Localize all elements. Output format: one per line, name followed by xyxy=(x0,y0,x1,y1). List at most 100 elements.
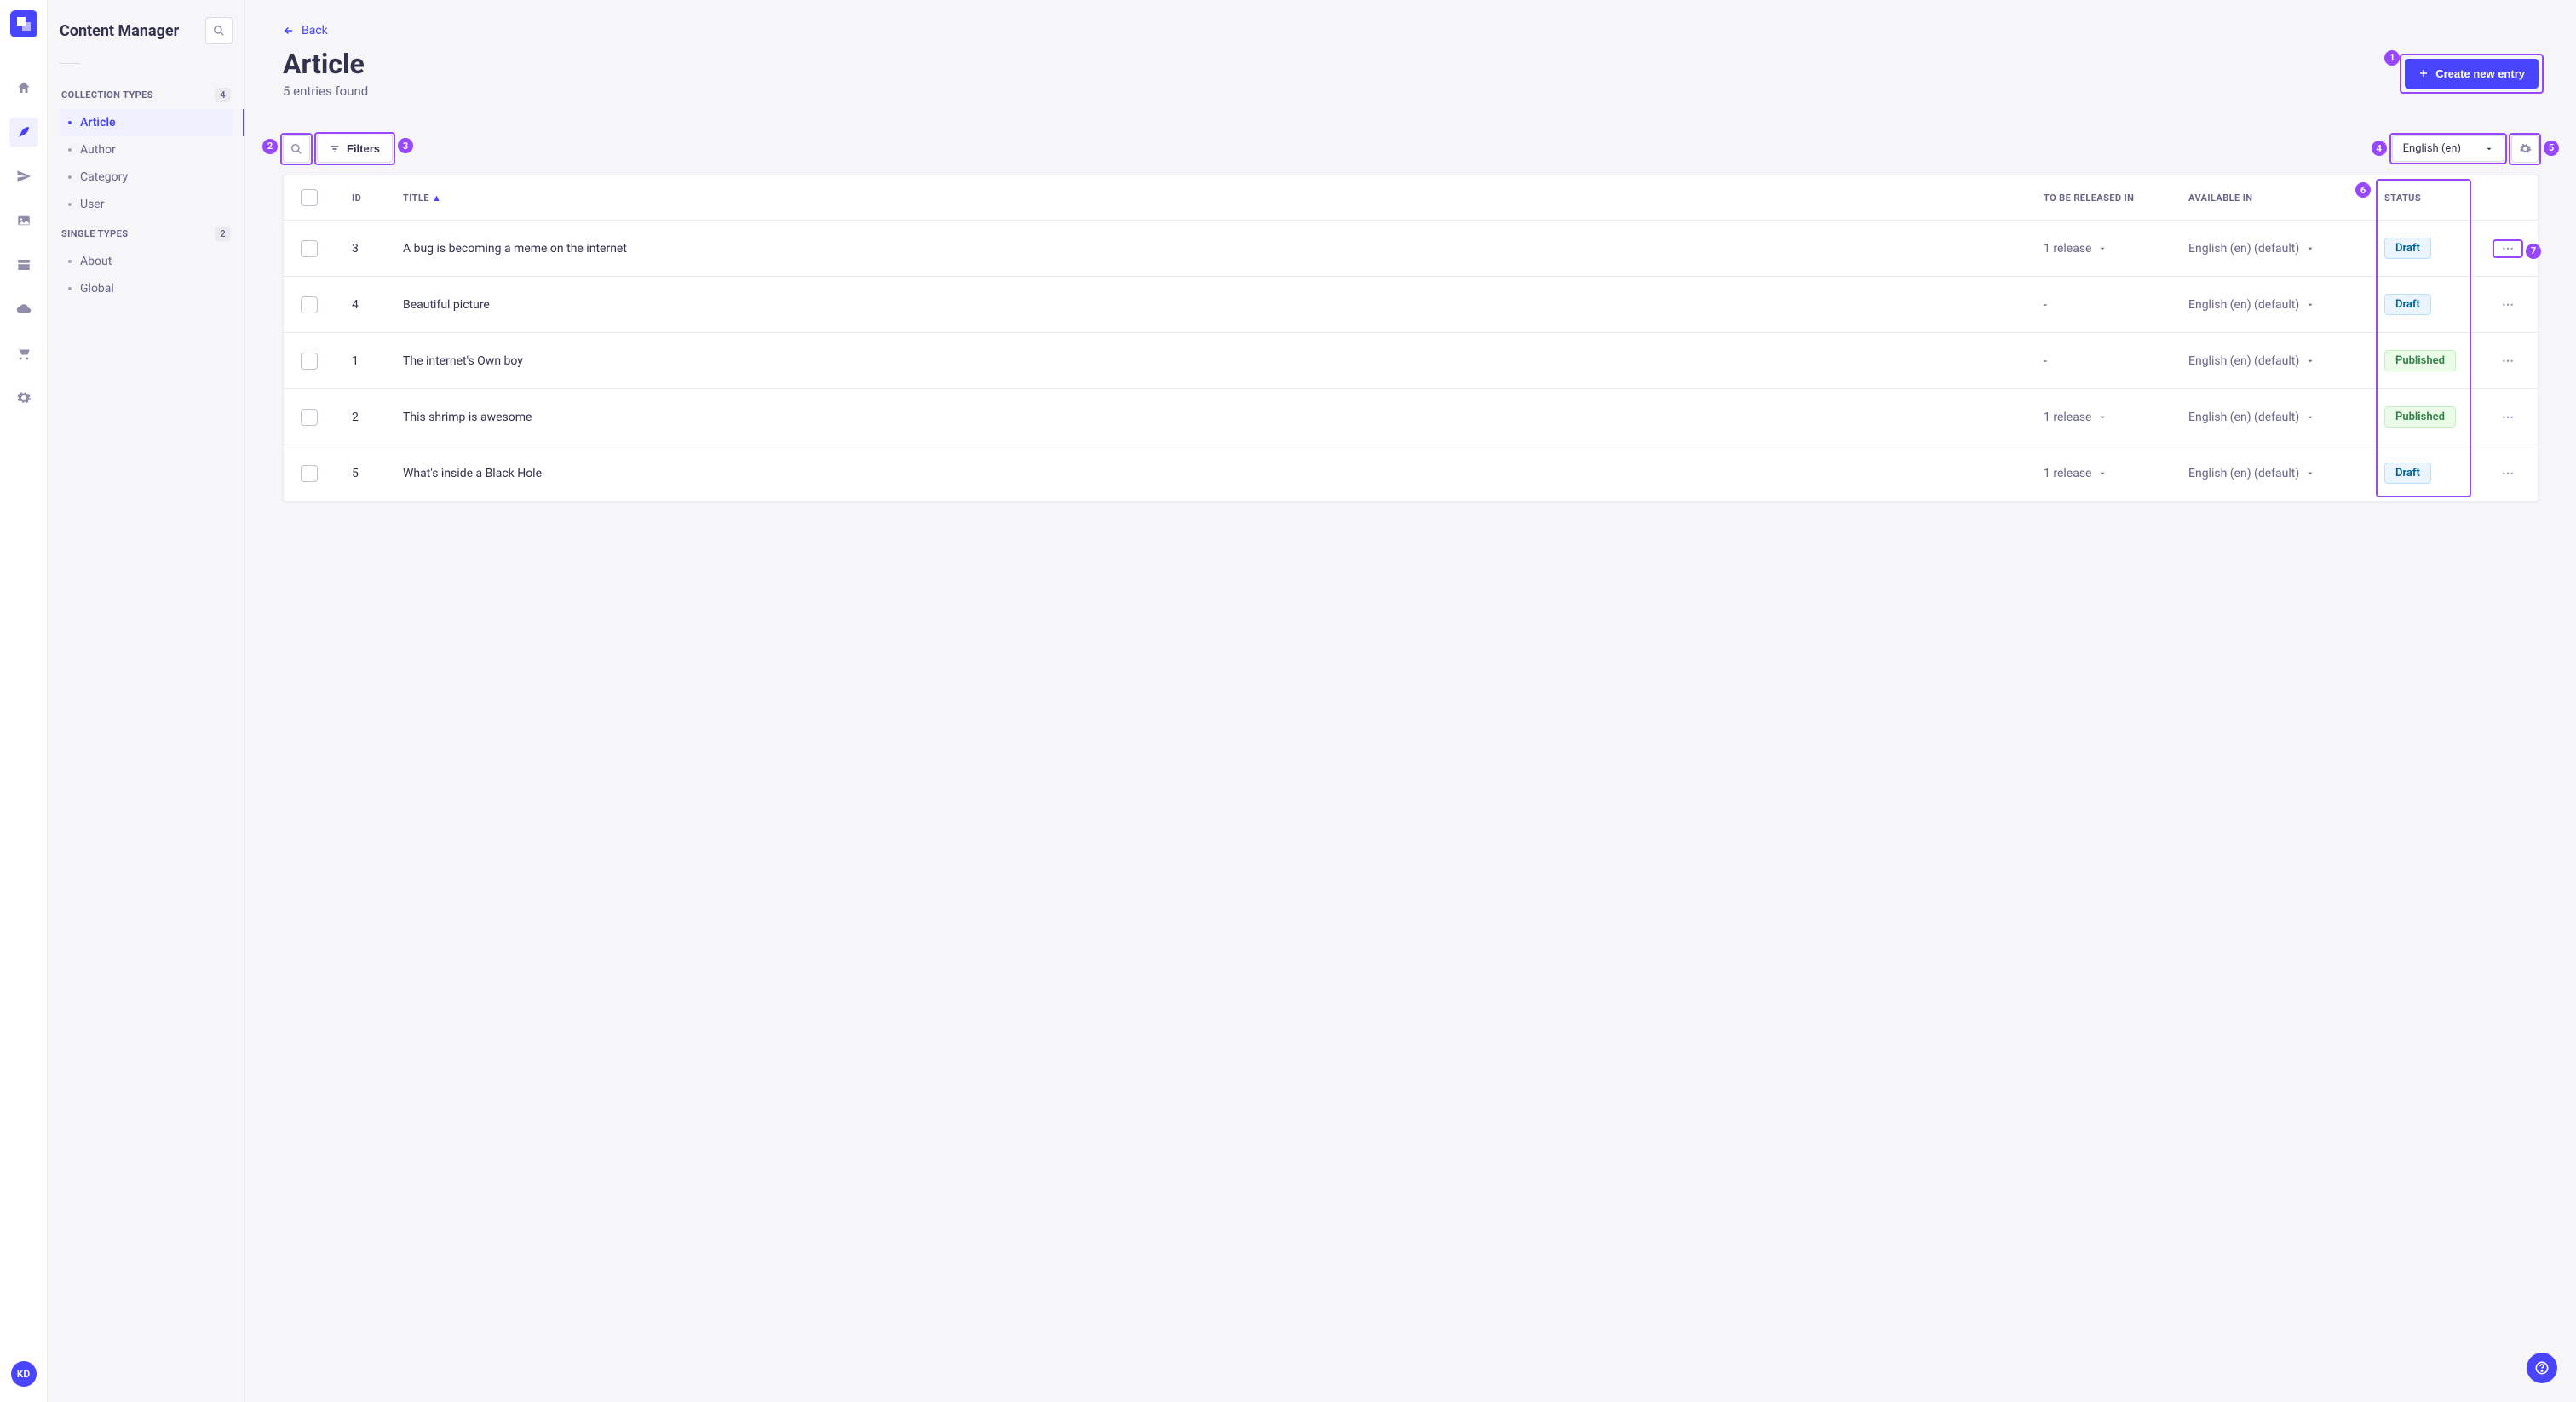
nav-settings[interactable] xyxy=(9,383,38,412)
view-settings-button[interactable] xyxy=(2511,135,2539,163)
cell-id: 2 xyxy=(335,389,386,445)
status-badge: Published xyxy=(2384,350,2456,371)
sidebar-item-global[interactable]: Global xyxy=(60,275,233,302)
sidebar-item-article[interactable]: Article xyxy=(60,109,233,136)
single-types-list: About Global xyxy=(60,248,233,302)
gear-icon xyxy=(2519,142,2532,155)
row-checkbox[interactable] xyxy=(301,296,318,313)
back-link[interactable]: Back xyxy=(283,24,328,37)
release-select[interactable]: 1 release xyxy=(2044,411,2107,424)
sidebar-item-about[interactable]: About xyxy=(60,248,233,275)
status-badge: Published xyxy=(2384,406,2456,428)
cell-title: A bug is becoming a meme on the internet xyxy=(386,221,2027,277)
home-icon xyxy=(16,80,32,95)
nav-plugins[interactable] xyxy=(9,295,38,324)
search-icon xyxy=(213,25,225,37)
table-row[interactable]: 3A bug is becoming a meme on the interne… xyxy=(284,221,2538,277)
collection-types-count: 4 xyxy=(215,88,231,102)
locale-select-row[interactable]: English (en) (default) xyxy=(2188,467,2314,480)
app-logo[interactable] xyxy=(10,10,37,37)
arrow-left-icon xyxy=(283,25,295,37)
cell-title: What's inside a Black Hole xyxy=(386,445,2027,502)
sidebar-item-author[interactable]: Author xyxy=(60,136,233,164)
nav-content-manager[interactable] xyxy=(9,118,38,147)
page-subtitle: 5 entries found xyxy=(283,83,368,99)
status-badge: Draft xyxy=(2384,294,2431,315)
feather-icon xyxy=(16,124,32,140)
row-checkbox[interactable] xyxy=(301,240,318,257)
sidebar-item-category[interactable]: Category xyxy=(60,164,233,191)
release-select[interactable]: 1 release xyxy=(2044,467,2107,480)
chevron-down-icon xyxy=(2306,244,2314,253)
locale-select-row[interactable]: English (en) (default) xyxy=(2188,411,2314,424)
row-actions-button[interactable]: ⋯ xyxy=(2495,238,2521,259)
collection-types-header: COLLECTION TYPES 4 xyxy=(60,88,233,102)
nav-media[interactable] xyxy=(9,206,38,235)
column-available[interactable]: AVAILABLE IN xyxy=(2171,175,2367,221)
locale-select[interactable]: English (en) xyxy=(2392,135,2504,162)
row-actions-button[interactable]: ⋯ xyxy=(2495,463,2521,484)
single-types-count: 2 xyxy=(215,227,231,241)
table-row[interactable]: 4Beautiful picture - English (en) (default… xyxy=(284,277,2538,333)
table-header-row: ID TITLE ▲ TO BE RELEASED IN AVAILABLE I… xyxy=(284,175,2538,221)
sidebar-search-button[interactable] xyxy=(205,17,233,44)
chevron-down-icon xyxy=(2306,469,2314,478)
nav-send[interactable] xyxy=(9,162,38,191)
help-fab[interactable] xyxy=(2527,1353,2557,1383)
column-id[interactable]: ID xyxy=(335,175,386,221)
annotation-5: 5 xyxy=(2544,141,2559,156)
user-avatar[interactable]: KD xyxy=(11,1361,37,1387)
column-status[interactable]: STATUS xyxy=(2367,175,2478,221)
table-row[interactable]: 1The internet's Own boy-English (en) (de… xyxy=(284,333,2538,389)
chevron-down-icon xyxy=(2098,244,2107,253)
layout-icon xyxy=(16,257,32,273)
table-row[interactable]: 2This shrimp is awesome 1 release English … xyxy=(284,389,2538,445)
entries-table: ID TITLE ▲ TO BE RELEASED IN AVAILABLE I… xyxy=(283,175,2539,502)
filters-button[interactable]: Filters xyxy=(317,135,393,163)
primary-nav-rail: KD xyxy=(0,0,48,1402)
search-icon xyxy=(290,143,302,155)
row-checkbox[interactable] xyxy=(301,409,318,426)
nav-home[interactable] xyxy=(9,73,38,102)
column-title[interactable]: TITLE ▲ xyxy=(386,175,2027,221)
table-search-button[interactable] xyxy=(283,135,310,163)
row-actions-button[interactable]: ⋯ xyxy=(2495,351,2521,371)
locale-select-row[interactable]: English (en) (default) xyxy=(2188,354,2314,368)
chevron-down-icon xyxy=(2098,413,2107,422)
select-all-checkbox[interactable] xyxy=(301,189,318,206)
filter-icon xyxy=(330,144,340,154)
chevron-down-icon xyxy=(2306,357,2314,365)
sidebar-item-user[interactable]: User xyxy=(60,191,233,218)
status-badge: Draft xyxy=(2384,463,2431,484)
cell-id: 4 xyxy=(335,277,386,333)
table-row[interactable]: 5What's inside a Black Hole 1 release Engl… xyxy=(284,445,2538,502)
locale-select-row[interactable]: English (en) (default) xyxy=(2188,298,2314,312)
annotation-4: 4 xyxy=(2372,141,2387,156)
cell-id: 5 xyxy=(335,445,386,502)
nav-marketplace[interactable] xyxy=(9,339,38,368)
locale-select-row[interactable]: English (en) (default) xyxy=(2188,242,2314,256)
annotation-3: 3 xyxy=(398,138,413,153)
row-checkbox[interactable] xyxy=(301,465,318,482)
cell-title: This shrimp is awesome xyxy=(386,389,2027,445)
single-types-header: SINGLE TYPES 2 xyxy=(60,227,233,241)
release-select[interactable]: 1 release xyxy=(2044,242,2107,256)
cell-id: 1 xyxy=(335,333,386,389)
chevron-down-icon xyxy=(2485,145,2493,153)
release-value: - xyxy=(2044,298,2047,312)
column-release[interactable]: TO BE RELEASED IN xyxy=(2027,175,2171,221)
nav-builder[interactable] xyxy=(9,250,38,279)
main-content: Back Article 5 entries found 1 Create ne… xyxy=(245,0,2576,1402)
annotation-2: 2 xyxy=(262,139,278,154)
row-actions-button[interactable]: ⋯ xyxy=(2495,407,2521,428)
row-checkbox[interactable] xyxy=(301,353,318,370)
cloud-icon xyxy=(16,302,32,317)
create-entry-button[interactable]: Create new entry xyxy=(2405,59,2539,89)
page-title: Article xyxy=(283,48,368,80)
row-actions-button[interactable]: ⋯ xyxy=(2495,295,2521,315)
cell-title: Beautiful picture xyxy=(386,277,2027,333)
divider xyxy=(60,63,80,64)
plus-icon xyxy=(2418,68,2429,78)
annotation-7: 7 xyxy=(2526,244,2541,259)
image-icon xyxy=(16,213,32,228)
